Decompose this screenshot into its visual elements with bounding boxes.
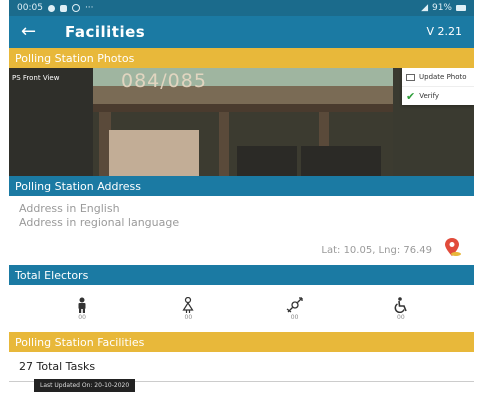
version-label: V 2.21: [426, 25, 462, 38]
battery-icon: [456, 5, 466, 11]
photos-section-header: Polling Station Photos: [9, 48, 474, 68]
map-pin-icon[interactable]: [444, 237, 462, 257]
more-notifications-icon: ···: [84, 3, 94, 13]
status-bar: 00:05 ··· ◢ 91%: [9, 0, 474, 16]
message-icon: [59, 4, 67, 12]
elector-third-gender: 00: [275, 296, 315, 321]
elector-count: 00: [78, 313, 86, 321]
page-title: Facilities: [65, 23, 146, 41]
address-regional-field[interactable]: Address in regional language: [19, 216, 464, 230]
disabled-voter-icon: [394, 296, 407, 313]
elector-count: 00: [184, 313, 193, 321]
update-photo-button[interactable]: Update Photo: [402, 68, 474, 86]
back-arrow-icon[interactable]: ←: [21, 23, 45, 41]
photo-number: 084/085: [121, 70, 207, 92]
polling-station-photo[interactable]: PS Front View 084/085 Update Photo ✔ Ver…: [9, 68, 474, 176]
electors-section-header: Total Electors: [9, 265, 474, 285]
app-screen: 00:05 ··· ◢ 91% ← Facilities V 2.21 Poll…: [9, 0, 474, 403]
notification-icon: [47, 4, 55, 12]
latlng-readout: Lat: 10.05, Lng: 76.49: [321, 245, 432, 256]
status-time: 00:05: [17, 3, 43, 13]
elector-disabled: 00: [381, 296, 421, 321]
photo-actions-menu: Update Photo ✔ Verify: [402, 68, 474, 105]
female-voter-icon: [182, 296, 194, 313]
image-icon: [406, 73, 415, 81]
address-english-field[interactable]: Address in English: [19, 202, 464, 216]
address-section-header: Polling Station Address: [9, 176, 474, 196]
photo-view-label: PS Front View: [12, 74, 60, 82]
app-bar: ← Facilities V 2.21: [9, 16, 474, 48]
verify-label: Verify: [419, 92, 440, 100]
elector-male: 00: [62, 297, 102, 321]
elector-female: 00: [168, 296, 208, 321]
check-icon: ✔: [406, 89, 416, 103]
update-photo-label: Update Photo: [419, 73, 467, 81]
address-section: Address in English Address in regional l…: [9, 196, 474, 265]
third-gender-icon: [286, 296, 303, 313]
battery-percent: 91%: [431, 3, 452, 13]
total-tasks-row[interactable]: 27 Total Tasks: [9, 352, 474, 382]
settings-status-icon: [71, 4, 80, 12]
elector-count: 00: [290, 313, 299, 321]
verify-button[interactable]: ✔ Verify: [402, 86, 474, 105]
signal-icon: ◢: [421, 3, 428, 13]
elector-count: 00: [397, 313, 405, 321]
last-updated-toast: Last Updated On: 20-10-2020: [34, 379, 136, 392]
facilities-section-header: Polling Station Facilities: [9, 332, 474, 352]
electors-row: 00 00 00 00: [9, 285, 474, 332]
male-voter-icon: [78, 297, 86, 313]
